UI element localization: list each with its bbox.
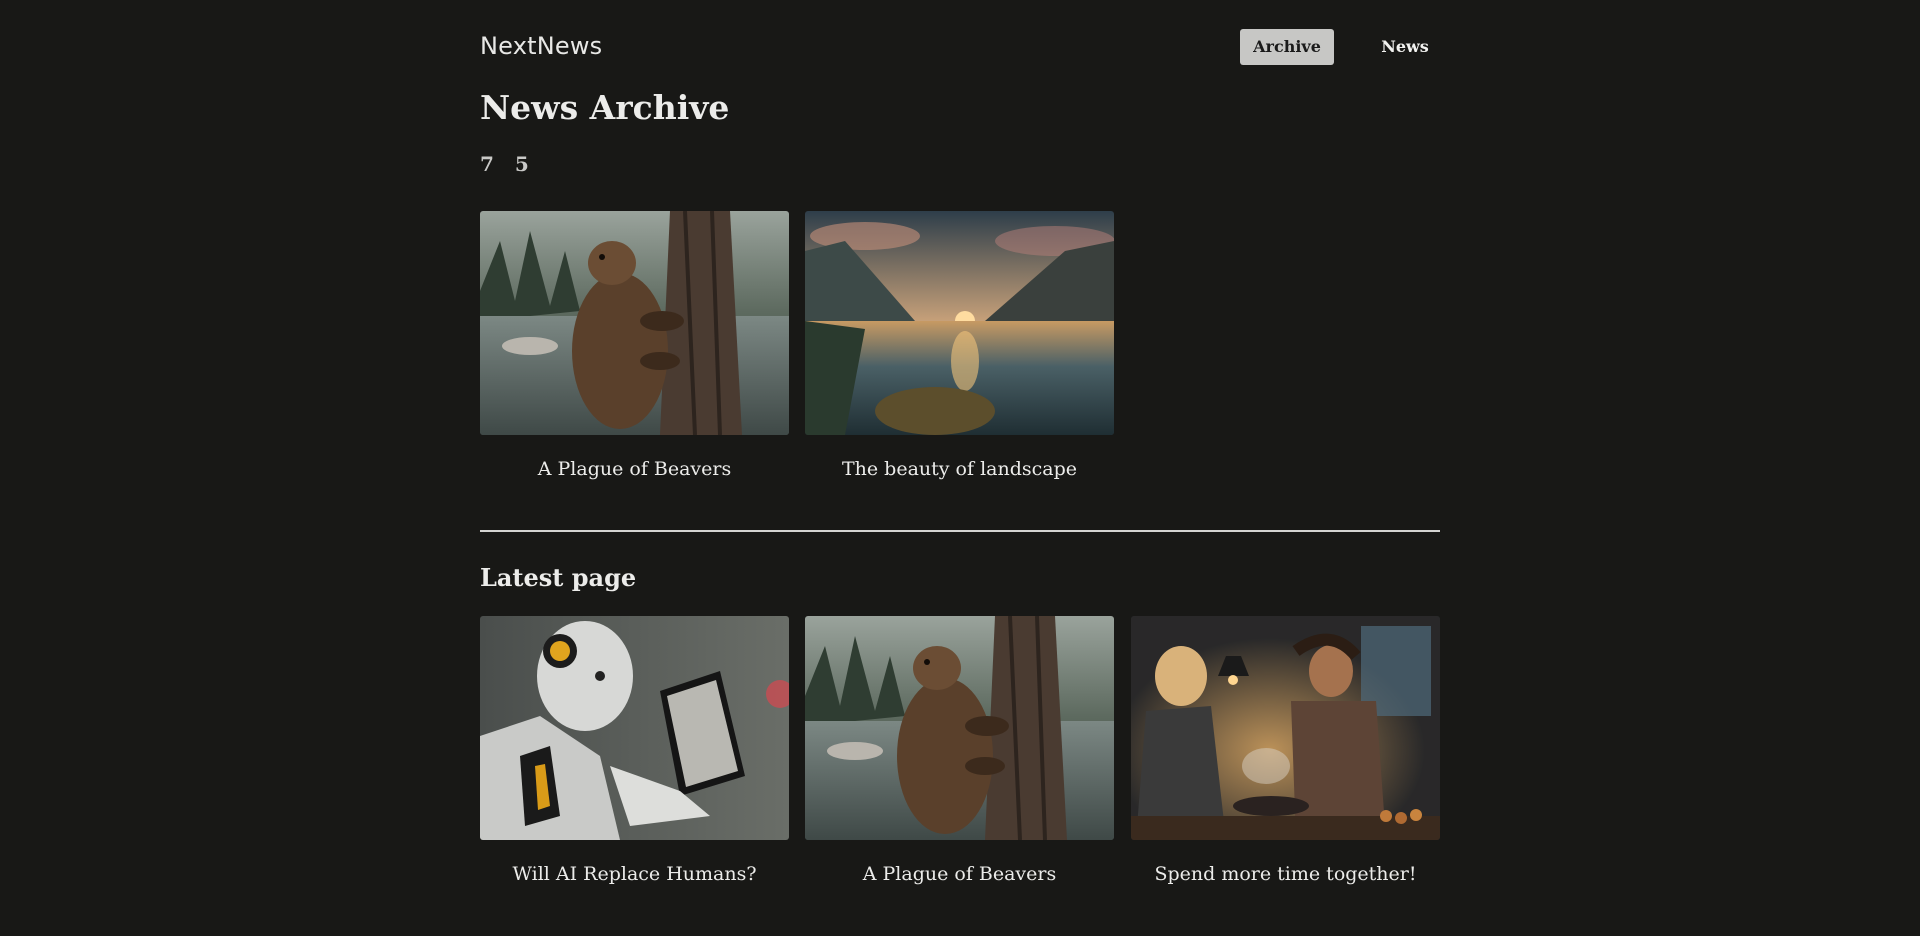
beaver-photo[interactable] (480, 211, 789, 435)
page: NextNews Archive News News Archive 7 5 A… (480, 0, 1440, 936)
latest-card-beaver[interactable]: A Plague of Beavers (805, 616, 1114, 885)
archive-card-landscape[interactable]: The beauty of landscape (805, 211, 1114, 480)
card-title[interactable]: Spend more time together! (1131, 863, 1440, 885)
page-link-7[interactable]: 7 (480, 152, 494, 176)
archive-pagination: 7 5 (480, 152, 543, 176)
card-title[interactable]: Will AI Replace Humans? (480, 863, 789, 885)
site-logo[interactable]: NextNews (480, 32, 602, 60)
site-header: NextNews Archive News (480, 0, 1440, 94)
mountain-lake-landscape-photo[interactable] (805, 211, 1114, 435)
page-title: News Archive (480, 88, 730, 127)
section-divider (480, 530, 1440, 532)
card-title[interactable]: A Plague of Beavers (480, 458, 789, 480)
nav-archive-button[interactable]: Archive (1240, 29, 1334, 65)
nav-news-link[interactable]: News (1370, 29, 1440, 65)
archive-card-beaver[interactable]: A Plague of Beavers (480, 211, 789, 480)
page-link-5[interactable]: 5 (515, 152, 529, 176)
robot-with-tablet-photo[interactable] (480, 616, 789, 840)
card-title[interactable]: The beauty of landscape (805, 458, 1114, 480)
latest-card-ai[interactable]: Will AI Replace Humans? (480, 616, 789, 885)
beaver-photo[interactable] (805, 616, 1114, 840)
latest-card-together[interactable]: Spend more time together! (1131, 616, 1440, 885)
couple-cooking-photo[interactable] (1131, 616, 1440, 840)
card-title[interactable]: A Plague of Beavers (805, 863, 1114, 885)
latest-page-title: Latest page (480, 563, 637, 592)
